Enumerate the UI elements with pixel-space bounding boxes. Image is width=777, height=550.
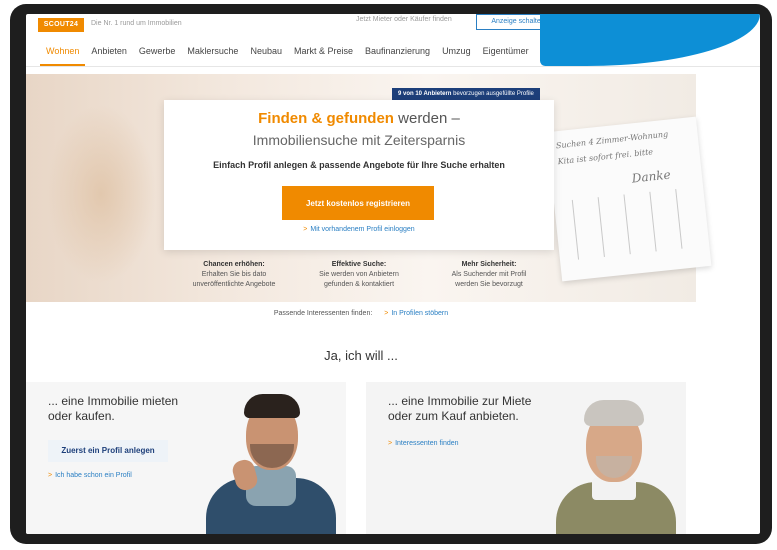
chevron-right-icon: > (303, 226, 308, 233)
smiling-man-image (196, 382, 346, 534)
browse-profiles-row: Passende Interessenten finden: > In Profi… (26, 310, 696, 317)
hero-title-accent: Finden & gefunden (258, 110, 394, 127)
nav-item-markt-preise[interactable]: Markt & Preise (288, 40, 359, 66)
chevron-right-icon: > (384, 310, 389, 317)
hero-subtitle: Immobiliensuche mit Zeitersparnis (252, 132, 466, 148)
benefit-title: Effektive Suche: (331, 261, 387, 268)
benefit-title: Mehr Sicherheit: (461, 261, 517, 268)
profile-stat-badge: 9 von 10 Anbietern bevorzugen ausgefüllt… (392, 88, 540, 100)
browse-label: Passende Interessenten finden: (273, 310, 373, 317)
benefit-text: Erhalten Sie bis dato (201, 271, 267, 278)
benefit-text: Sie werden von Anbietern (319, 271, 399, 278)
chevron-right-icon: > (388, 440, 393, 447)
provider-panel-text: ... eine Immobilie zur Miete oder zum Ka… (388, 394, 531, 424)
benefit-text: Als Suchender mit Profil (451, 271, 527, 278)
nav-item-eigentuemer[interactable]: Eigentümer (477, 40, 535, 66)
nav-divider (26, 66, 760, 67)
benefits-row: Chancen erhöhen: Erhalten Sie bis dato u… (174, 260, 554, 300)
badge-rest: bevorzugen ausgefüllte Profile (453, 91, 534, 97)
benefit-item: Mehr Sicherheit: Als Suchender mit Profi… (429, 260, 549, 290)
find-interested-link[interactable]: > Interessenten finden (388, 440, 459, 447)
create-profile-button[interactable]: Zuerst ein Profil anlegen (48, 440, 168, 462)
hero-title-rest: werden – (398, 110, 460, 127)
benefit-item: Effektive Suche: Sie werden von Anbieter… (299, 260, 419, 290)
nav-item-umzug[interactable]: Umzug (436, 40, 477, 66)
hero-description: Einfach Profil anlegen & passende Angebo… (213, 160, 505, 170)
hero-card: Finden & gefunden werden – Immobiliensuc… (164, 100, 554, 250)
nav-item-gewerbe[interactable]: Gewerbe (133, 40, 182, 66)
nav-item-wohnen[interactable]: Wohnen (40, 40, 86, 66)
provider-panel: ... eine Immobilie zur Miete oder zum Ka… (366, 382, 686, 534)
benefit-item: Chancen erhöhen: Erhalten Sie bis dato u… (174, 260, 294, 290)
login-link-text[interactable]: Mit vorhandenem Profil einloggen (310, 226, 414, 233)
note-tab (623, 194, 631, 255)
benefit-text: werden Sie bevorzugt (455, 281, 523, 288)
person-hair (584, 400, 644, 426)
nav-item-maklersuche[interactable]: Maklersuche (181, 40, 244, 66)
browser-screen: SCOUT24 Die Nr. 1 rund um Immobilien Jet… (26, 14, 760, 534)
seeker-line-2: oder kaufen. (48, 409, 115, 423)
seeker-line-1: ... eine Immobilie mieten (48, 394, 179, 408)
note-tab (571, 199, 580, 260)
benefit-text: unveröffentlichte Angebote (192, 281, 276, 288)
provider-line-2: oder zum Kauf anbieten. (388, 409, 519, 423)
login-link[interactable]: > Mit vorhandenem Profil einloggen (164, 226, 554, 233)
hero-title: Finden & gefunden werden – (164, 110, 554, 127)
note-tab (597, 197, 605, 257)
browse-link-text[interactable]: In Profilen stöbern (391, 310, 448, 317)
person-hair (244, 394, 300, 418)
seeker-panel-text: ... eine Immobilie mieten oder kaufen. (48, 394, 178, 424)
site-logo[interactable]: SCOUT24 (38, 18, 84, 32)
seeker-panel: ... eine Immobilie mieten oder kaufen. Z… (26, 382, 346, 534)
have-profile-link-text[interactable]: Ich habe schon ein Profil (55, 472, 132, 479)
note-tab (675, 189, 683, 249)
section-title: Ja, ich will ... (324, 348, 398, 363)
find-interested-link-text[interactable]: Interessenten finden (395, 440, 458, 447)
main-nav: Wohnen Anbieten Gewerbe Maklersuche Neub… (40, 40, 535, 66)
note-tab (649, 191, 657, 252)
older-man-image (546, 382, 686, 534)
benefit-title: Chancen erhöhen: (203, 261, 265, 268)
corner-accent-shape (540, 14, 760, 66)
browse-profiles-link[interactable]: > In Profilen stöbern (384, 310, 448, 317)
chevron-right-icon: > (48, 472, 53, 479)
provider-line-1: ... eine Immobilie zur Miete (388, 394, 532, 408)
note-line-2: Kita ist sofort frei. bitte (557, 147, 654, 167)
nav-item-anbieten[interactable]: Anbieten (85, 40, 133, 66)
nav-item-baufinanzierung[interactable]: Baufinanzierung (359, 40, 436, 66)
site-tagline: Die Nr. 1 rund um Immobilien (91, 20, 182, 27)
badge-bold: 9 von 10 Anbietern (398, 91, 452, 97)
nav-item-neubau[interactable]: Neubau (244, 40, 288, 66)
benefit-text: gefunden & kontaktiert (323, 281, 395, 288)
register-button[interactable]: Jetzt kostenlos registrieren (282, 186, 434, 220)
note-line-3: Danke (631, 167, 672, 186)
have-profile-link[interactable]: > Ich habe schon ein Profil (48, 472, 132, 479)
hero-background-image (46, 104, 156, 284)
top-hint-text: Jetzt Mieter oder Käufer finden (356, 16, 452, 23)
handwritten-note-image: Suchen 4 Zimmer-Wohnung Kita ist sofort … (546, 116, 712, 282)
